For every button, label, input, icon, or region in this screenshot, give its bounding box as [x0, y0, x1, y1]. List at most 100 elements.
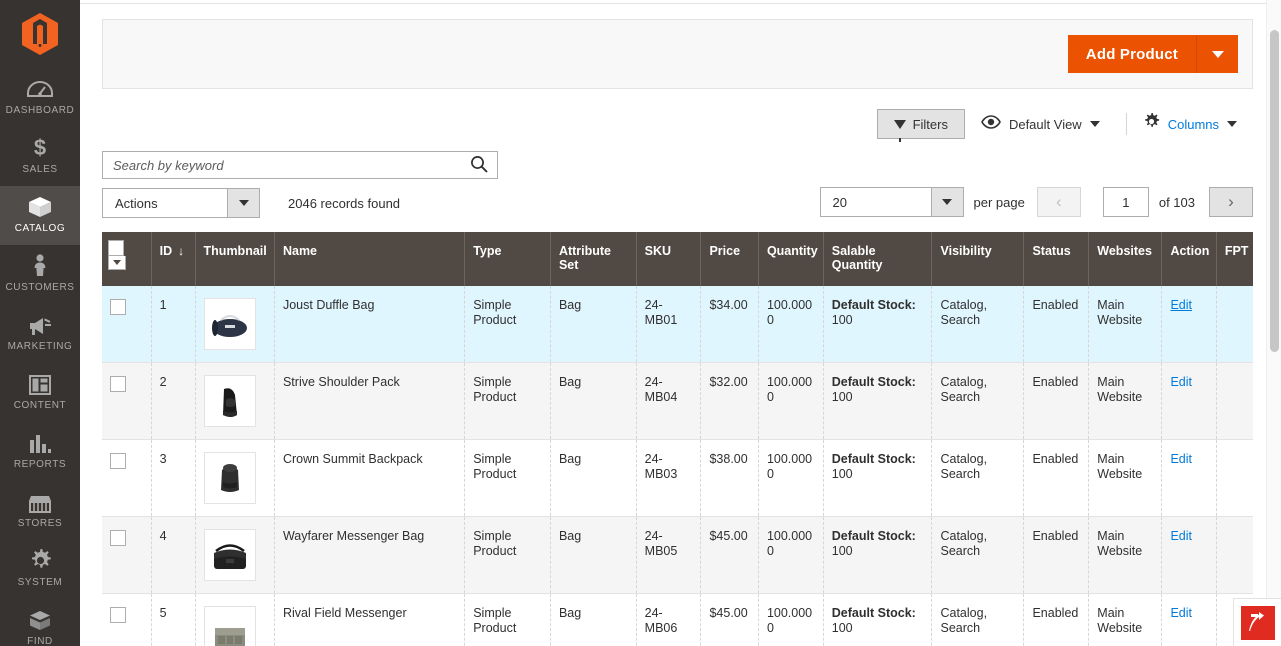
filters-button[interactable]: Filters [876, 109, 965, 142]
sidebar-item-marketing[interactable]: Marketing [0, 304, 80, 363]
table-row[interactable]: 1 Joust Duffle Bag Simple Product Bag 24-MB0… [102, 286, 1253, 363]
table-row[interactable]: 2 Strive Shoulder Pack Simple Product Bag 24… [102, 362, 1253, 440]
cell-visibility-value: Catalog, Search [940, 298, 988, 327]
grid-header-thumbnail[interactable]: Thumbnail [195, 232, 275, 286]
sidebar-item-stores[interactable]: Stores [0, 481, 80, 540]
cell-price-value: $45.00 [709, 529, 748, 543]
current-page-input[interactable] [1102, 187, 1149, 217]
table-row[interactable]: 5 Rival Field Messenger Simple Product Bag 2… [102, 593, 1253, 646]
grid-header-label: Quantity [766, 244, 818, 258]
grid-header-status[interactable]: Status [1023, 232, 1090, 286]
previous-page-button[interactable]: ‹ [1036, 187, 1081, 217]
grid-header-price[interactable]: Price [700, 232, 759, 286]
cell-visibility-value: Catalog, Search [940, 606, 988, 635]
sidebar-item-dashboard[interactable]: Dashboard [0, 68, 80, 127]
edit-link[interactable]: Edit [1170, 452, 1192, 466]
columns-selector[interactable]: Columns [1125, 113, 1253, 135]
cell-status: Enabled [1023, 362, 1090, 440]
cell-action: Edit [1161, 439, 1217, 517]
cell-status-value: Enabled [1032, 452, 1079, 466]
grid-header-websites[interactable]: Websites [1088, 232, 1163, 286]
row-checkbox[interactable] [110, 453, 126, 469]
cell-quantity: 100.0000 [758, 362, 824, 440]
cell-type-value: Simple Product [473, 606, 517, 635]
next-page-button[interactable]: › [1209, 187, 1253, 217]
edit-link[interactable]: Edit [1170, 529, 1192, 543]
cell-salable-quantity: Default Stock: 100 [823, 362, 933, 440]
sidebar-item-content[interactable]: Content [0, 363, 80, 422]
cell-price: $45.00 [700, 593, 759, 646]
cell-price: $38.00 [700, 439, 759, 517]
product-thumbnail[interactable] [203, 298, 256, 350]
cell-id-value: 2 [159, 375, 167, 389]
table-row[interactable]: 4 Wayfarer Messenger Bag Simple Product Bag… [102, 516, 1253, 594]
sidebar-item-find-partners[interactable]: Find Partners& Extensions [0, 599, 80, 646]
grid-header-name[interactable]: Name [274, 232, 466, 286]
layout-icon [2, 371, 78, 395]
per-page-select[interactable]: 20 [819, 187, 964, 217]
row-checkbox[interactable] [110, 299, 126, 315]
cell-action: Edit [1161, 516, 1217, 594]
grid-header-attribute_set[interactable]: Attribute Set [550, 232, 637, 286]
scrollbar-thumb[interactable] [1270, 30, 1279, 352]
grid-header-quantity[interactable]: Quantity [758, 232, 824, 286]
product-thumbnail[interactable] [203, 452, 256, 504]
product-thumbnail[interactable] [203, 606, 256, 646]
cell-sku: 24-MB03 [636, 439, 702, 517]
sidebar-item-sales[interactable]: $ Sales [0, 127, 80, 186]
actions-select-arrow[interactable] [227, 189, 259, 217]
actions-select[interactable]: Actions [102, 188, 260, 218]
dashboard-gauge-icon [2, 76, 78, 100]
search-input[interactable] [103, 152, 461, 178]
cell-name: Rival Field Messenger [274, 593, 466, 646]
product-thumbnail[interactable] [203, 529, 256, 581]
cell-visibility-value: Catalog, Search [940, 452, 988, 481]
grid-header-fpt[interactable]: FPT [1216, 232, 1253, 286]
sidebar-item-customers[interactable]: Customers [0, 245, 80, 304]
cell-attribute-set: Bag [550, 362, 637, 440]
table-row[interactable]: 3 Crown Summit Backpack Simple Product Bag 2… [102, 439, 1253, 517]
cell-thumbnail [195, 593, 275, 646]
cell-id-value: 5 [159, 606, 167, 620]
add-product-dropdown-toggle[interactable] [1196, 35, 1238, 73]
edit-link[interactable]: Edit [1170, 606, 1192, 620]
sidebar-item-catalog[interactable]: Catalog [0, 186, 80, 245]
product-thumbnail[interactable] [203, 375, 256, 427]
default-view-selector[interactable]: Default View [965, 114, 1116, 134]
grid-header-type[interactable]: Type [464, 232, 551, 286]
select-all-checkbox[interactable] [108, 240, 124, 256]
cell-quantity: 100.0000 [758, 286, 824, 363]
cell-attribute-set: Bag [550, 439, 637, 517]
row-checkbox[interactable] [110, 376, 126, 392]
cell-salable-quantity: Default Stock: 100 [823, 593, 933, 646]
grid-view-controls: Filters Default View Columns [102, 109, 1253, 142]
grid-header-salable_quantity[interactable]: Salable Quantity [823, 232, 933, 286]
grid-header-visibility[interactable]: Visibility [931, 232, 1025, 286]
main-content-area: Add Product Filters Default View Columns… [80, 0, 1281, 646]
search-submit-button[interactable] [461, 152, 497, 178]
cell-price-value: $38.00 [709, 452, 748, 466]
cell-name: Strive Shoulder Pack [274, 362, 466, 440]
sidebar-item-label: Reports [13, 459, 67, 470]
select-all-dropdown-toggle[interactable] [108, 256, 126, 270]
per-page-select-arrow[interactable] [930, 188, 963, 216]
corner-badge[interactable] [1233, 598, 1281, 646]
row-checkbox-cell [102, 593, 152, 646]
grid-header-sku[interactable]: SKU [636, 232, 702, 286]
sidebar-item-reports[interactable]: Reports [0, 422, 80, 481]
edit-link[interactable]: Edit [1170, 298, 1192, 312]
grid-header-id[interactable]: ID ↓ [151, 232, 196, 286]
grid-header-action[interactable]: Action [1161, 232, 1217, 286]
row-checkbox[interactable] [110, 607, 126, 623]
cell-websites-value: Main Website [1097, 529, 1143, 558]
total-pages-label: of 103 [1158, 194, 1195, 210]
cell-price-value: $32.00 [709, 375, 748, 389]
cell-quantity: 100.0000 [758, 593, 824, 646]
page-header-bar: Add Product [102, 19, 1253, 89]
add-product-button[interactable]: Add Product [1067, 35, 1196, 73]
page-scrollbar[interactable] [1266, 0, 1281, 646]
magento-logo[interactable] [0, 0, 80, 68]
row-checkbox[interactable] [110, 530, 126, 546]
sidebar-item-system[interactable]: System [0, 540, 80, 599]
edit-link[interactable]: Edit [1170, 375, 1192, 389]
